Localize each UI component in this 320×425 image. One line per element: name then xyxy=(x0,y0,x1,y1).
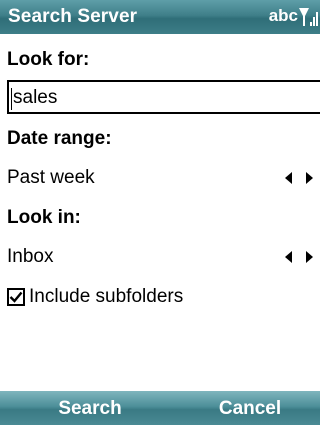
search-button[interactable]: Search xyxy=(15,398,165,420)
look-in-label: Look in: xyxy=(7,207,81,228)
date-range-spinner-arrows-icon[interactable] xyxy=(282,171,316,185)
look-in-value[interactable]: Inbox xyxy=(7,246,53,268)
include-subfolders-label: Include subfolders xyxy=(29,286,184,307)
look-for-input[interactable]: sales xyxy=(7,80,320,114)
cancel-button[interactable]: Cancel xyxy=(175,398,320,420)
look-for-label: Look for: xyxy=(7,49,90,70)
signal-strength-icon xyxy=(299,8,318,26)
include-subfolders-checkbox[interactable] xyxy=(7,288,25,306)
date-range-label: Date range: xyxy=(7,128,112,149)
look-for-input-value: sales xyxy=(13,87,58,108)
look-in-spinner-arrows-icon[interactable] xyxy=(282,250,316,264)
checkmark-icon xyxy=(9,291,23,303)
softkey-bar: Search Cancel xyxy=(0,391,320,425)
input-mode-indicator[interactable]: abc xyxy=(269,6,298,26)
window-title: Search Server xyxy=(8,6,138,27)
text-caret xyxy=(11,88,12,110)
title-bar: Search Server abc xyxy=(0,0,320,34)
date-range-value[interactable]: Past week xyxy=(7,167,95,189)
